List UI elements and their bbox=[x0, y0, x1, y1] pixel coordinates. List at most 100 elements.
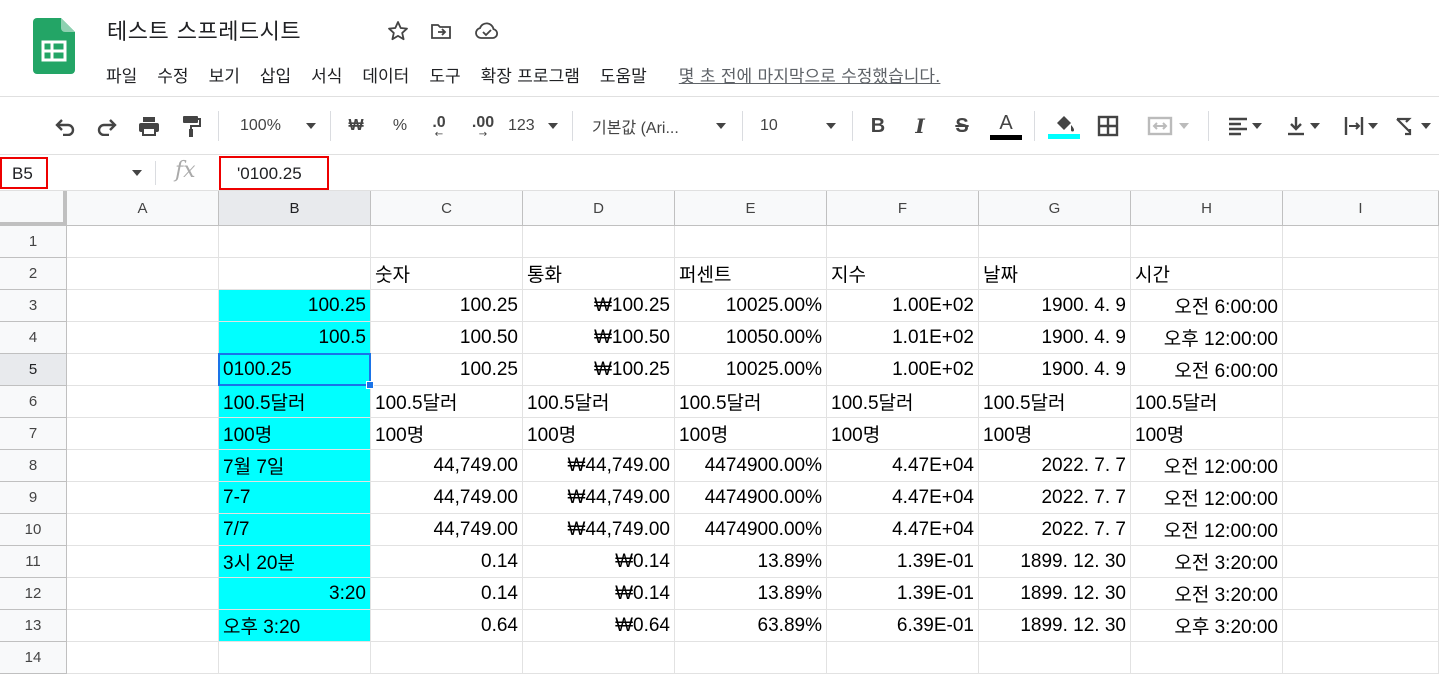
column-header-f[interactable]: F bbox=[827, 191, 979, 226]
cell-f3[interactable]: 1.00E+02 bbox=[827, 290, 979, 322]
cell-b6[interactable]: 100.5달러 bbox=[219, 386, 371, 418]
column-header-g[interactable]: G bbox=[979, 191, 1131, 226]
column-header-e[interactable]: E bbox=[675, 191, 827, 226]
cell-i3[interactable] bbox=[1283, 290, 1439, 322]
cell-g7[interactable]: 100명 bbox=[979, 418, 1131, 450]
cell-f5[interactable]: 1.00E+02 bbox=[827, 354, 979, 386]
name-box[interactable]: B5 bbox=[0, 157, 48, 189]
row-header-5[interactable]: 5 bbox=[0, 354, 67, 386]
redo-icon[interactable] bbox=[92, 109, 122, 143]
cell-g2[interactable]: 날짜 bbox=[979, 258, 1131, 290]
column-header-c[interactable]: C bbox=[371, 191, 523, 226]
cell-h8[interactable]: 오전 12:00:00 bbox=[1131, 450, 1283, 482]
cell-h13[interactable]: 오후 3:20:00 bbox=[1131, 610, 1283, 642]
cell-c8[interactable]: 44,749.00 bbox=[371, 450, 523, 482]
decrease-decimal-button[interactable]: .0 ← bbox=[424, 109, 454, 143]
cell-b1[interactable] bbox=[219, 226, 371, 258]
cell-d13[interactable]: ₩0.64 bbox=[523, 610, 675, 642]
cell-b9[interactable]: 7-7 bbox=[219, 482, 371, 514]
cell-f14[interactable] bbox=[827, 642, 979, 674]
cell-f4[interactable]: 1.01E+02 bbox=[827, 322, 979, 354]
merge-cells-icon[interactable] bbox=[1138, 109, 1198, 143]
cell-i7[interactable] bbox=[1283, 418, 1439, 450]
cell-f6[interactable]: 100.5달러 bbox=[827, 386, 979, 418]
column-header-d[interactable]: D bbox=[523, 191, 675, 226]
row-header-8[interactable]: 8 bbox=[0, 450, 67, 482]
italic-button[interactable]: I bbox=[906, 109, 934, 143]
cell-h10[interactable]: 오전 12:00:00 bbox=[1131, 514, 1283, 546]
font-family-select[interactable]: 기본값 (Ari... bbox=[588, 109, 730, 143]
chevron-down-icon[interactable] bbox=[132, 170, 142, 176]
cell-f9[interactable]: 4.47E+04 bbox=[827, 482, 979, 514]
cell-h5[interactable]: 오전 6:00:00 bbox=[1131, 354, 1283, 386]
row-header-12[interactable]: 12 bbox=[0, 578, 67, 610]
cell-g13[interactable]: 1899. 12. 30 bbox=[979, 610, 1131, 642]
cell-d10[interactable]: ₩44,749.00 bbox=[523, 514, 675, 546]
row-header-1[interactable]: 1 bbox=[0, 226, 67, 258]
cell-a13[interactable] bbox=[67, 610, 219, 642]
row-header-3[interactable]: 3 bbox=[0, 290, 67, 322]
cell-e5[interactable]: 10025.00% bbox=[675, 354, 827, 386]
cell-d8[interactable]: ₩44,749.00 bbox=[523, 450, 675, 482]
cell-c4[interactable]: 100.50 bbox=[371, 322, 523, 354]
paint-format-icon[interactable] bbox=[176, 109, 206, 143]
cell-d1[interactable] bbox=[523, 226, 675, 258]
cell-c2[interactable]: 숫자 bbox=[371, 258, 523, 290]
cell-d12[interactable]: ₩0.14 bbox=[523, 578, 675, 610]
cell-b4[interactable]: 100.5 bbox=[219, 322, 371, 354]
cell-e7[interactable]: 100명 bbox=[675, 418, 827, 450]
horizontal-align-icon[interactable] bbox=[1220, 109, 1268, 143]
row-header-10[interactable]: 10 bbox=[0, 514, 67, 546]
cell-d4[interactable]: ₩100.50 bbox=[523, 322, 675, 354]
cell-h9[interactable]: 오전 12:00:00 bbox=[1131, 482, 1283, 514]
column-header-a[interactable]: A bbox=[67, 191, 219, 226]
font-size-select[interactable]: 10 bbox=[756, 109, 840, 143]
menu-view[interactable]: 보기 bbox=[209, 62, 240, 87]
select-all-corner[interactable] bbox=[0, 191, 67, 226]
more-formats-select[interactable]: 123 bbox=[508, 109, 558, 143]
cell-f2[interactable]: 지수 bbox=[827, 258, 979, 290]
document-title[interactable]: 테스트 스프레드시트 bbox=[107, 14, 301, 46]
menu-file[interactable]: 파일 bbox=[106, 62, 137, 87]
cell-c6[interactable]: 100.5달러 bbox=[371, 386, 523, 418]
cell-e9[interactable]: 4474900.00% bbox=[675, 482, 827, 514]
percent-format-button[interactable]: % bbox=[386, 109, 414, 143]
cell-i1[interactable] bbox=[1283, 226, 1439, 258]
cell-g10[interactable]: 2022. 7. 7 bbox=[979, 514, 1131, 546]
cell-c1[interactable] bbox=[371, 226, 523, 258]
cell-b14[interactable] bbox=[219, 642, 371, 674]
cell-h4[interactable]: 오후 12:00:00 bbox=[1131, 322, 1283, 354]
cell-d3[interactable]: ₩100.25 bbox=[523, 290, 675, 322]
sheets-logo-icon[interactable] bbox=[33, 18, 75, 74]
text-wrapping-icon[interactable] bbox=[1336, 109, 1384, 143]
cell-g9[interactable]: 2022. 7. 7 bbox=[979, 482, 1131, 514]
vertical-align-icon[interactable] bbox=[1278, 109, 1326, 143]
cell-g3[interactable]: 1900. 4. 9 bbox=[979, 290, 1131, 322]
cell-b2[interactable] bbox=[219, 258, 371, 290]
row-header-11[interactable]: 11 bbox=[0, 546, 67, 578]
cell-a10[interactable] bbox=[67, 514, 219, 546]
undo-icon[interactable] bbox=[50, 109, 80, 143]
zoom-select[interactable]: 100% bbox=[234, 109, 322, 143]
row-header-9[interactable]: 9 bbox=[0, 482, 67, 514]
row-header-13[interactable]: 13 bbox=[0, 610, 67, 642]
cell-i10[interactable] bbox=[1283, 514, 1439, 546]
menu-edit[interactable]: 수정 bbox=[157, 62, 188, 87]
row-header-6[interactable]: 6 bbox=[0, 386, 67, 418]
cell-c14[interactable] bbox=[371, 642, 523, 674]
cell-e13[interactable]: 63.89% bbox=[675, 610, 827, 642]
menu-extensions[interactable]: 확장 프로그램 bbox=[481, 62, 580, 87]
cell-h14[interactable] bbox=[1131, 642, 1283, 674]
cell-f7[interactable]: 100명 bbox=[827, 418, 979, 450]
row-header-2[interactable]: 2 bbox=[0, 258, 67, 290]
cell-c5[interactable]: 100.25 bbox=[371, 354, 523, 386]
menu-data[interactable]: 데이터 bbox=[362, 62, 409, 87]
cell-h2[interactable]: 시간 bbox=[1131, 258, 1283, 290]
cell-a5[interactable] bbox=[67, 354, 219, 386]
cell-c13[interactable]: 0.64 bbox=[371, 610, 523, 642]
cell-d9[interactable]: ₩44,749.00 bbox=[523, 482, 675, 514]
cell-c3[interactable]: 100.25 bbox=[371, 290, 523, 322]
cell-i14[interactable] bbox=[1283, 642, 1439, 674]
cell-b5[interactable]: 0100.25 bbox=[219, 354, 371, 386]
cell-i4[interactable] bbox=[1283, 322, 1439, 354]
